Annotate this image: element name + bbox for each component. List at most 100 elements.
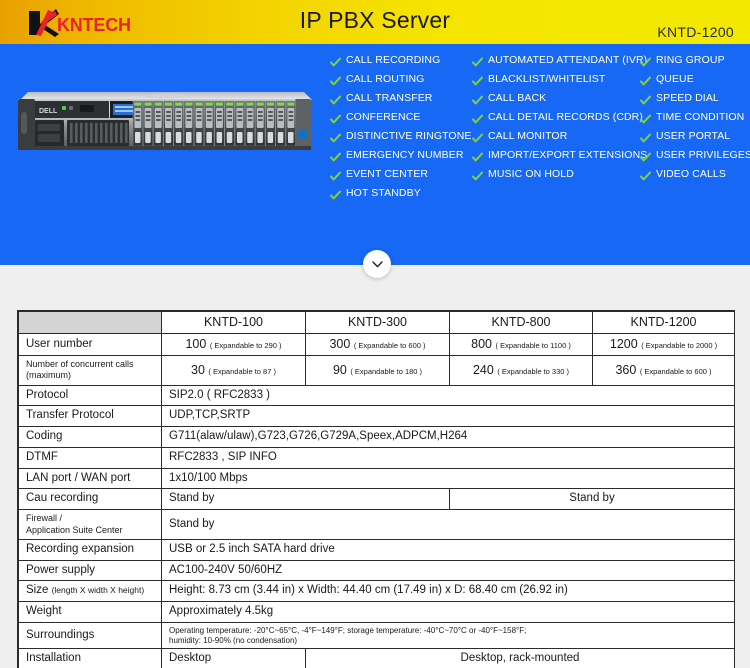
feature-item: CALL BACK <box>472 92 640 111</box>
cell-dtmf-value: RFC2833 , SIP INFO <box>161 446 735 469</box>
check-icon <box>472 76 483 87</box>
row-label-lan-wan: LAN port / WAN port <box>18 467 162 490</box>
value: 1200 <box>609 337 638 351</box>
check-icon <box>640 171 651 182</box>
table-row: Firewall / Application Suite Center Stand… <box>18 509 735 540</box>
feature-item: EMERGENCY NUMBER <box>330 149 472 168</box>
row-label-concurrent-calls: Number of concurrent calls (maximum) <box>18 355 162 386</box>
check-icon <box>330 152 341 163</box>
cell-user-number-kntd800: 800 ( Expandable to 1100 ) <box>449 333 593 356</box>
value: 90 <box>332 362 347 377</box>
row-label-firewall: Firewall / Application Suite Center <box>18 509 162 540</box>
cell-concurrent-kntd100: 30 ( Expandable to 87 ) <box>161 355 306 386</box>
feature-label: CALL ROUTING <box>346 73 425 85</box>
value: 360 <box>615 362 637 377</box>
feature-item: CALL RECORDING <box>330 54 472 73</box>
feature-item: DISTINCTIVE RINGTONE <box>330 130 472 149</box>
label-line-2: (maximum) <box>26 370 71 381</box>
cell-surroundings-value: Operating temperature: -20°C~65°C, -4°F~… <box>161 621 735 650</box>
table-row: LAN port / WAN port 1x10/100 Mbps <box>18 467 735 490</box>
feature-item: HOT STANDBY <box>330 187 472 206</box>
check-icon <box>472 133 483 144</box>
table-header-row: KNTD-100 KNTD-300 KNTD-800 KNTD-1200 <box>18 311 735 334</box>
row-label-dtmf: DTMF <box>18 446 162 469</box>
product-spec-page: KNTECH IP PBX Server KNTD-1200 DELL CALL… <box>0 0 750 668</box>
header-blank-cell <box>18 311 162 334</box>
feature-item: EVENT CENTER <box>330 168 472 187</box>
page-header: KNTECH IP PBX Server KNTD-1200 <box>0 0 750 44</box>
cell-installation-left: Desktop <box>161 648 306 668</box>
feature-label: EMERGENCY NUMBER <box>346 149 464 161</box>
cell-recording-expansion-value: USB or 2.5 inch SATA hard drive <box>161 538 735 561</box>
check-icon <box>330 133 341 144</box>
row-label-installation: Installation <box>18 648 162 668</box>
header-col-kntd1200: KNTD-1200 <box>592 311 735 334</box>
label-line-2: Application Suite Center <box>26 524 123 535</box>
feature-item: USER PRIVILEGES <box>640 149 750 168</box>
check-icon <box>472 171 483 182</box>
cell-coding-value: G711(alaw/ulaw),G723,G726,G729A,Speex,AD… <box>161 426 735 448</box>
feature-label: EVENT CENTER <box>346 168 429 180</box>
label-line-1: Firewall / <box>26 513 63 524</box>
header-model-number: KNTD-1200 <box>657 24 734 40</box>
row-label-protocol: Protocol <box>18 384 162 407</box>
table-row: Installation Desktop Desktop, rack-mount… <box>18 648 735 668</box>
check-icon <box>330 190 341 201</box>
feature-label: CALL RECORDING <box>346 54 441 66</box>
table-row: Power supply AC100-240V 50/60HZ <box>18 559 735 582</box>
feature-label: IMPORT/EXPORT EXTENSIONS <box>488 149 648 161</box>
page-title: IP PBX Server <box>299 7 451 33</box>
feature-label: AUTOMATED ATTENDANT (IVR) <box>488 54 648 66</box>
cell-user-number-kntd300: 300 ( Expandable to 600 ) <box>305 333 450 356</box>
table-row: Protocol SIP2.0 ( RFC2833 ) <box>18 384 735 407</box>
table-row: DTMF RFC2833 , SIP INFO <box>18 446 735 469</box>
row-label-transfer-protocol: Transfer Protocol <box>18 405 162 428</box>
cell-firewall-value: Stand by <box>161 509 735 540</box>
header-col-kntd800: KNTD-800 <box>449 311 593 334</box>
feature-label: BLACKLIST/WHITELIST <box>488 73 606 85</box>
check-icon <box>640 57 651 68</box>
value-line-1: Operating temperature: -20°C~65°C, -4°F~… <box>169 625 527 635</box>
feature-item: CALL ROUTING <box>330 73 472 92</box>
label-line-1: Number of concurrent calls <box>26 359 134 369</box>
check-icon <box>330 95 341 106</box>
check-icon <box>472 114 483 125</box>
table-row: Transfer Protocol UDP,TCP,SRTP <box>18 405 735 428</box>
check-icon <box>330 76 341 87</box>
check-icon <box>472 57 483 68</box>
scroll-down-button[interactable] <box>363 250 391 278</box>
table-row: Recording expansion USB or 2.5 inch SATA… <box>18 538 735 561</box>
value-note: ( Expandable to 180 ) <box>350 366 423 376</box>
feature-label: CALL MONITOR <box>488 130 568 142</box>
feature-label: USER PORTAL <box>656 130 731 142</box>
value-note: ( Expandable to 87 ) <box>208 366 276 376</box>
feature-label: DISTINCTIVE RINGTONE <box>346 130 472 142</box>
check-icon <box>330 114 341 125</box>
feature-column-1: CALL RECORDING CALL ROUTING CALL TRANSFE… <box>330 54 472 206</box>
feature-label: CONFERENCE <box>346 111 421 123</box>
feature-list: CALL RECORDING CALL ROUTING CALL TRANSFE… <box>330 54 750 206</box>
rack-server-image: DELL <box>12 70 317 165</box>
value-line-2: humidity: 10-90% (no condensation) <box>169 635 298 645</box>
feature-item: CALL MONITOR <box>472 130 640 149</box>
row-label-cau-recording: Cau recording <box>18 488 162 511</box>
feature-item: BLACKLIST/WHITELIST <box>472 73 640 92</box>
label-note: (length X width X height) <box>51 585 145 596</box>
table-row: Number of concurrent calls (maximum) 30 (… <box>18 355 735 386</box>
feature-item: IMPORT/EXPORT EXTENSIONS <box>472 149 647 168</box>
value: 300 <box>329 337 351 351</box>
feature-item: RING GROUP <box>640 54 750 73</box>
feature-item: QUEUE <box>640 73 750 92</box>
feature-item: TIME CONDITION <box>640 111 750 130</box>
feature-label: RING GROUP <box>656 54 725 66</box>
specification-table: KNTD-100 KNTD-300 KNTD-800 KNTD-1200 Use… <box>18 311 735 668</box>
cell-user-number-kntd1200: 1200 ( Expandable to 2000 ) <box>592 333 735 356</box>
feature-item: VIDEO CALLS <box>640 168 750 187</box>
cell-cau-recording-right: Stand by <box>449 488 735 511</box>
table-row: Weight Approximately 4.5kg <box>18 601 735 623</box>
value-note: ( Expandable to 1100 ) <box>495 341 571 350</box>
feature-label: MUSIC ON HOLD <box>488 168 574 180</box>
row-label-user-number: User number <box>18 333 162 356</box>
chevron-down-icon <box>371 260 383 268</box>
cell-protocol-value: SIP2.0 ( RFC2833 ) <box>161 384 735 407</box>
